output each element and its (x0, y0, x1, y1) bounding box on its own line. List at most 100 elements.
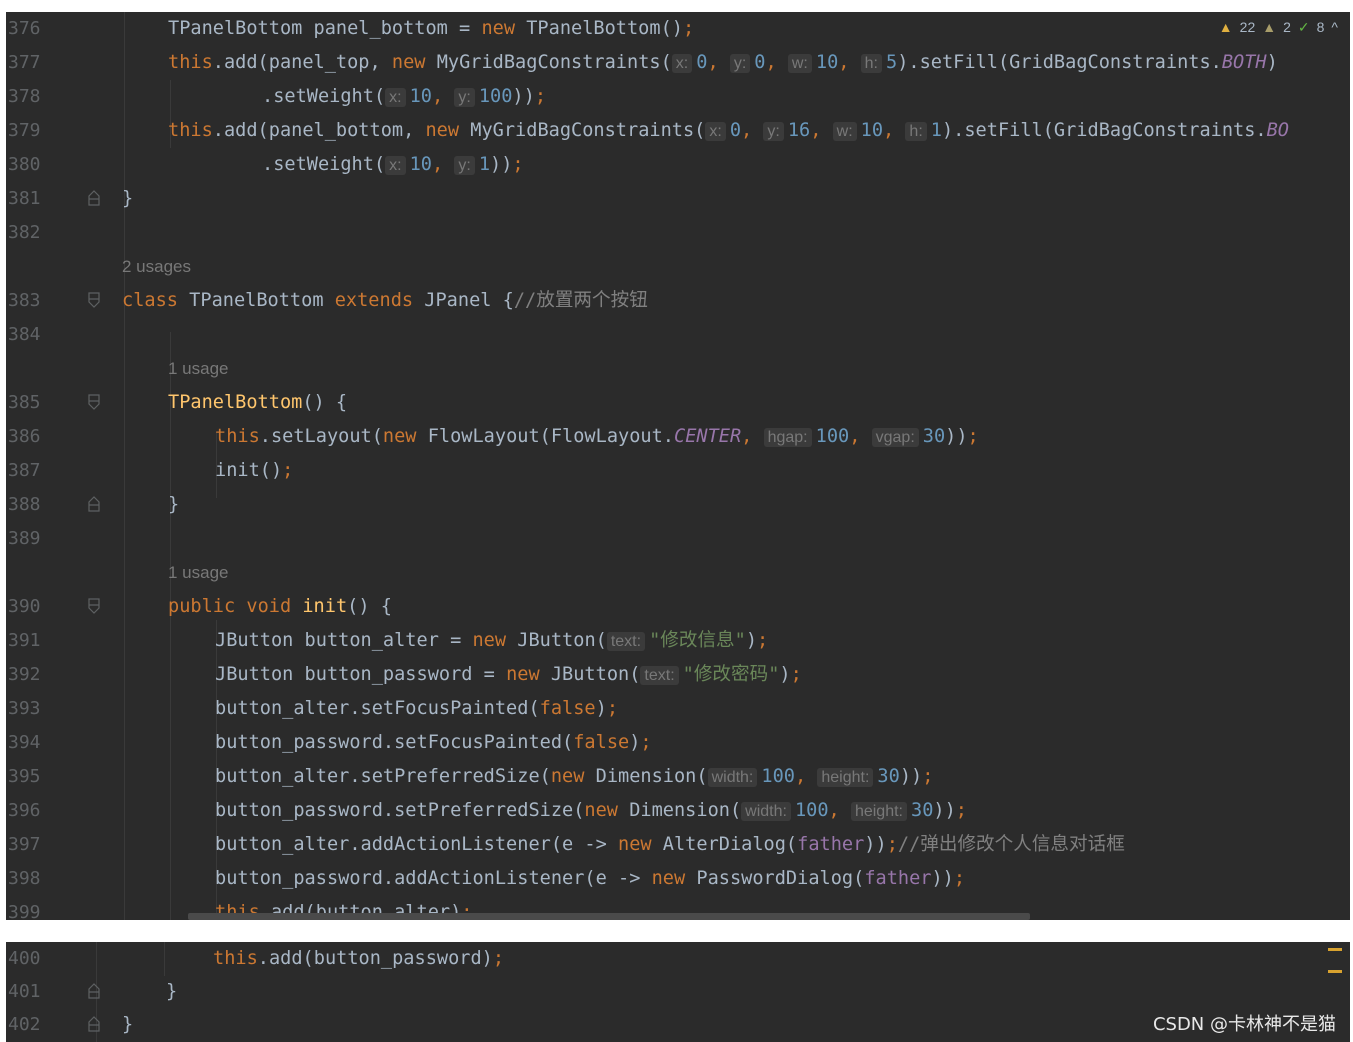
code-text[interactable]: this.add(button_password); (213, 942, 504, 976)
code-text[interactable]: button_alter.addActionListener(e -> new … (215, 828, 1125, 862)
param-hint: w: (832, 122, 857, 141)
fold-end-icon[interactable] (88, 496, 100, 512)
code-line[interactable]: 402 } (6, 1008, 1350, 1042)
param-hint: width: (741, 802, 791, 821)
line-number: 379 (8, 120, 41, 141)
code-text[interactable]: TPanelBottom() { (168, 386, 347, 420)
code-line[interactable]: 401 } (6, 975, 1350, 1009)
line-number: 394 (8, 732, 41, 753)
usages-hint[interactable]: 1 usage (168, 352, 229, 386)
code-text[interactable]: } (168, 488, 179, 522)
code-text[interactable]: class TPanelBottom extends JPanel {//放置两… (122, 284, 648, 318)
line-number: 401 (8, 981, 41, 1002)
param-hint: y: (763, 122, 784, 141)
code-line[interactable]: 389 (6, 522, 1350, 556)
code-text[interactable]: JButton button_password = new JButton(te… (215, 658, 802, 692)
fold-end-icon[interactable] (88, 1016, 100, 1032)
warning-marker[interactable] (1328, 970, 1342, 973)
line-number: 395 (8, 766, 41, 787)
line-number: 389 (8, 528, 41, 549)
fold-start-icon[interactable] (88, 292, 100, 308)
line-number: 390 (8, 596, 41, 617)
code-line[interactable]: 398 button_password.addActionListener(e … (6, 862, 1350, 896)
code-line[interactable]: 381 } (6, 182, 1350, 216)
usages-hint[interactable]: 1 usage (168, 556, 229, 590)
code-line[interactable]: 386 this.setLayout(new FlowLayout(FlowLa… (6, 420, 1350, 454)
code-line[interactable]: 384 (6, 318, 1350, 352)
code-text[interactable]: button_password.setPreferredSize(new Dim… (215, 794, 967, 828)
fold-end-icon[interactable] (88, 190, 100, 206)
line-number: 388 (8, 494, 41, 515)
fold-start-icon[interactable] (88, 394, 100, 410)
code-line[interactable]: 391 JButton button_alter = new JButton(t… (6, 624, 1350, 658)
code-line[interactable]: 393 button_alter.setFocusPainted(false); (6, 692, 1350, 726)
line-number: 386 (8, 426, 41, 447)
code-line[interactable]: 379 this.add(panel_bottom, new MyGridBag… (6, 114, 1350, 148)
line-number: 400 (8, 948, 41, 969)
warning-marker[interactable] (1328, 948, 1342, 951)
param-hint: y: (729, 54, 751, 73)
line-number: 381 (8, 188, 41, 209)
code-line[interactable]: 397 button_alter.addActionListener(e -> … (6, 828, 1350, 862)
code-line[interactable]: 400 this.add(button_password); (6, 942, 1350, 976)
line-number: 397 (8, 834, 41, 855)
code-line[interactable]: 380 .setWeight(x: 10, y: 1)); (6, 148, 1350, 182)
param-hint: y: (454, 88, 475, 107)
code-line[interactable]: 395 button_alter.setPreferredSize(new Di… (6, 760, 1350, 794)
param-hint: text: (640, 666, 679, 685)
param-hint: x: (671, 54, 693, 73)
param-hint: height: (850, 802, 907, 821)
param-hint: y: (454, 156, 475, 175)
param-hint: x: (385, 156, 406, 175)
param-hint: h: (860, 54, 882, 73)
code-text[interactable]: button_password.setFocusPainted(false); (215, 726, 652, 760)
code-text[interactable]: init(); (215, 454, 293, 488)
fold-start-icon[interactable] (88, 598, 100, 614)
line-number: 377 (8, 52, 41, 73)
code-text[interactable]: JButton button_alter = new JButton(text:… (215, 624, 768, 658)
line-number: 383 (8, 290, 41, 311)
line-number: 385 (8, 392, 41, 413)
code-text[interactable]: .setWeight(x: 10, y: 100)); (262, 80, 546, 114)
code-line[interactable]: 394 button_password.setFocusPainted(fals… (6, 726, 1350, 760)
code-line[interactable]: 392 JButton button_password = new JButto… (6, 658, 1350, 692)
code-text[interactable]: .setWeight(x: 10, y: 1)); (262, 148, 524, 182)
code-text[interactable]: this.setLayout(new FlowLayout(FlowLayout… (215, 420, 979, 454)
code-line[interactable]: 385 TPanelBottom() { (6, 386, 1350, 420)
code-text[interactable]: button_password.addActionListener(e -> n… (215, 862, 965, 896)
line-number: 378 (8, 86, 41, 107)
line-number: 396 (8, 800, 41, 821)
code-line[interactable]: 382 (6, 216, 1350, 250)
code-line[interactable]: 396 button_password.setPreferredSize(new… (6, 794, 1350, 828)
code-text[interactable]: public void init() { (168, 590, 392, 624)
param-hint: text: (606, 632, 646, 651)
param-hint: height: (817, 768, 874, 787)
line-number: 387 (8, 460, 41, 481)
line-number: 391 (8, 630, 41, 651)
line-number: 402 (8, 1014, 41, 1035)
code-line[interactable]: 388 } (6, 488, 1350, 522)
code-line[interactable]: 383 class TPanelBottom extends JPanel {/… (6, 284, 1350, 318)
code-line[interactable]: 378 .setWeight(x: 10, y: 100)); (6, 80, 1350, 114)
line-number: 380 (8, 154, 41, 175)
line-number: 399 (8, 902, 41, 920)
code-line[interactable]: 387 init(); (6, 454, 1350, 488)
code-editor-top[interactable]: ▲ 22 ▲ 2 ✓ 8 ^ 376 TPanelBottom panel_botto… (6, 12, 1350, 920)
code-text[interactable]: this.add(panel_top, new MyGridBagConstra… (168, 46, 1278, 80)
line-number: 376 (8, 18, 41, 39)
code-line[interactable]: 390 public void init() { (6, 590, 1350, 624)
code-text[interactable]: button_alter.setPreferredSize(new Dimens… (215, 760, 933, 794)
code-text[interactable]: } (122, 1008, 133, 1042)
fold-end-icon[interactable] (88, 983, 100, 999)
code-text[interactable]: } (166, 975, 177, 1009)
param-hint: x: (385, 88, 406, 107)
code-text[interactable]: this.add(panel_bottom, new MyGridBagCons… (168, 114, 1289, 148)
usages-hint[interactable]: 2 usages (122, 250, 191, 284)
code-line[interactable]: 377 this.add(panel_top, new MyGridBagCon… (6, 46, 1350, 80)
code-text[interactable]: button_alter.setFocusPainted(false); (215, 692, 618, 726)
code-text[interactable]: TPanelBottom panel_bottom = new TPanelBo… (168, 12, 694, 46)
code-line[interactable]: 376 TPanelBottom panel_bottom = new TPan… (6, 12, 1350, 46)
code-editor-bottom[interactable]: 400 this.add(button_password); 401 } 402… (6, 942, 1350, 1042)
code-text[interactable]: } (122, 182, 133, 216)
horizontal-scrollbar[interactable] (188, 913, 1030, 920)
